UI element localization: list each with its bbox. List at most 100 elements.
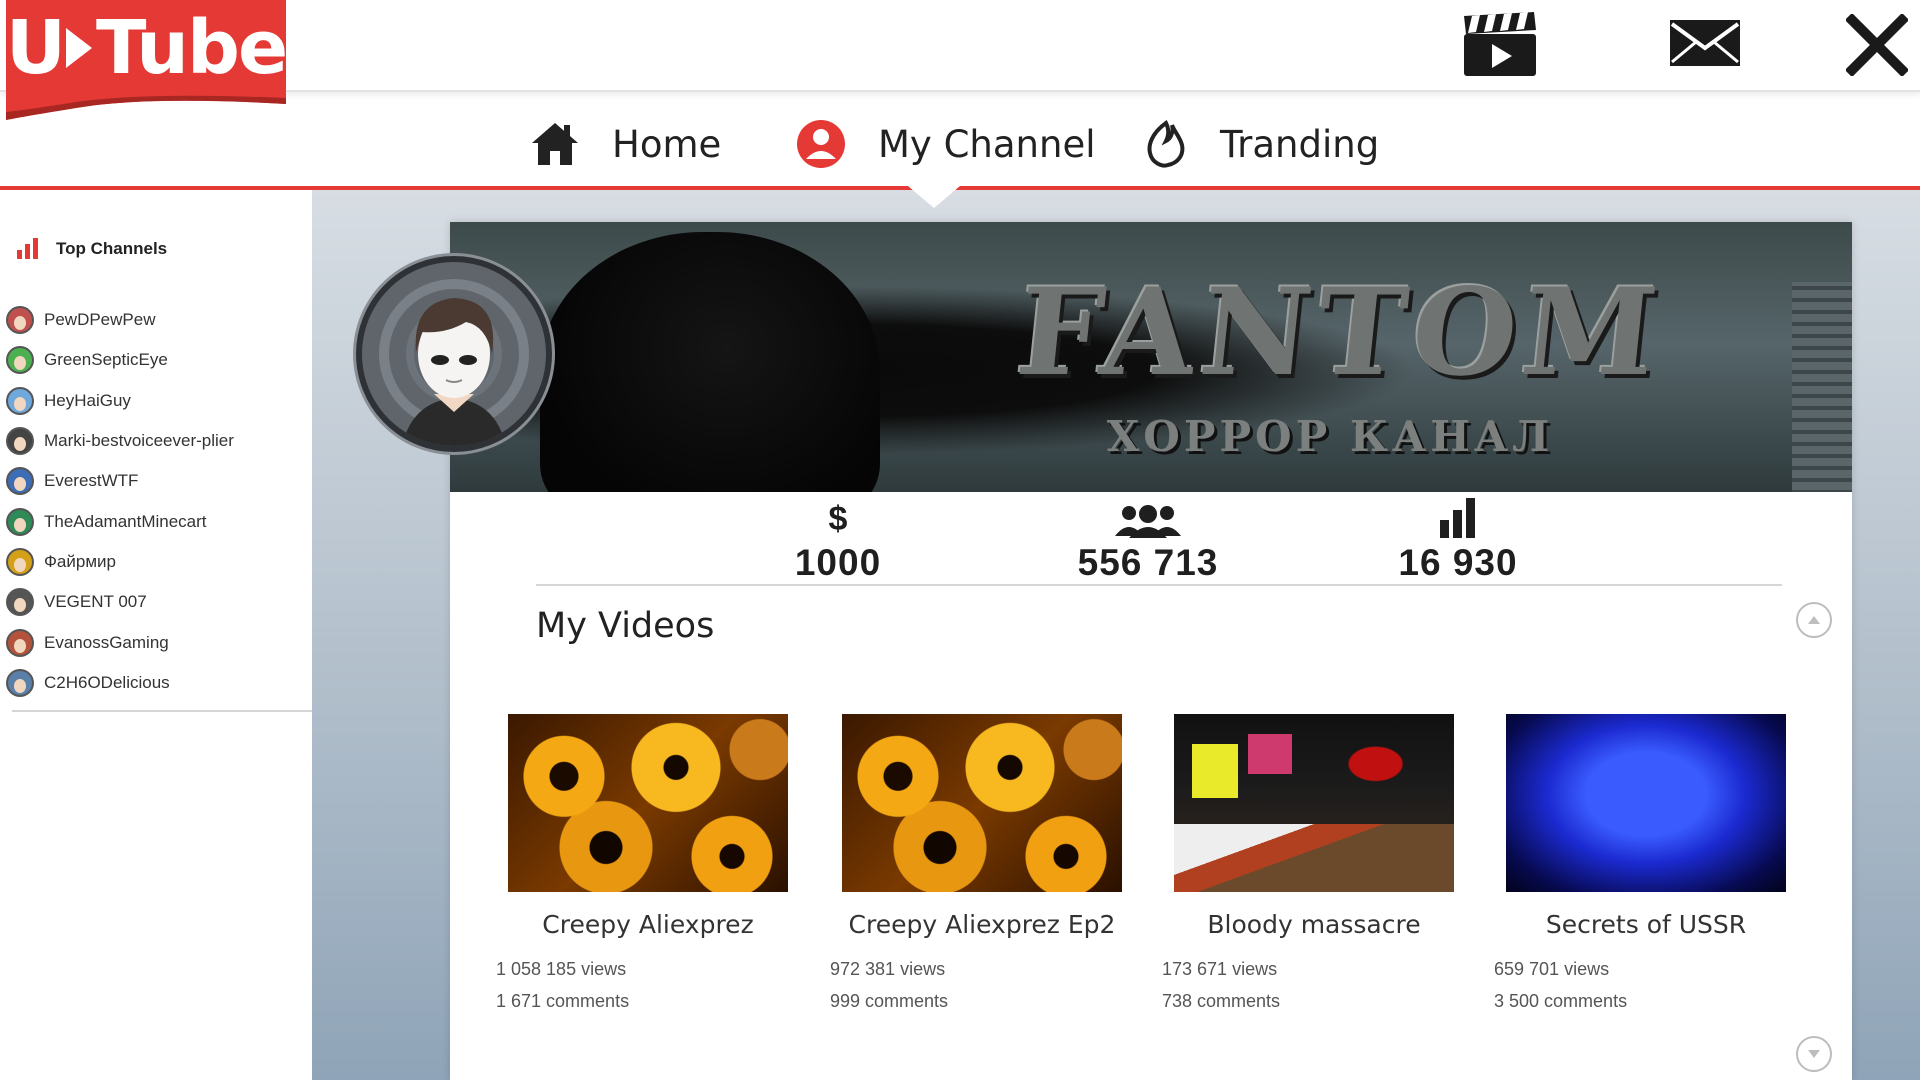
video-views: 659 701 views: [1494, 959, 1610, 979]
channel-name: Marki-bestvoiceever-plier: [44, 431, 234, 451]
channel-name: HeyHaiGuy: [44, 390, 131, 410]
channel-item-vegent007[interactable]: VEGENT 007: [6, 582, 306, 622]
avatar: [6, 668, 34, 697]
video-views: 972 381 views: [830, 959, 946, 979]
stat-subscribers-value: 556 713: [1077, 542, 1219, 583]
video-thumbnail[interactable]: [1174, 714, 1454, 892]
channel-card: FANTOM ХОРРОР КАНАЛ $ 1000 556 713 16 93…: [450, 222, 1852, 1080]
stats-divider: [536, 584, 1782, 586]
channel-item-heyhaiguy[interactable]: HeyHaiGuy: [6, 381, 306, 421]
banner-title: FANTOM: [1010, 262, 1670, 403]
channel-banner: FANTOM ХОРРОР КАНАЛ: [450, 222, 1852, 492]
stat-views-value: 16 930: [1398, 542, 1518, 583]
avatar: [6, 467, 34, 496]
nav-home[interactable]: Home: [530, 114, 721, 174]
dollar-icon: $: [828, 500, 848, 538]
sidebar-header: Top Channels: [16, 238, 167, 260]
users-icon: [1048, 492, 1248, 538]
views-bar-chart-icon: [1358, 492, 1558, 538]
channel-item-marki[interactable]: Marki-bestvoiceever-plier: [6, 421, 306, 461]
channel-name: C2H6ODelicious: [44, 672, 170, 692]
mail-icon[interactable]: [1668, 18, 1742, 73]
top-bar: [0, 0, 1920, 92]
video-comments: 999 comments: [830, 991, 949, 1011]
video-meta: 1 058 185 views 1 671 comments: [496, 953, 788, 1017]
channel-item-theadamantminecart[interactable]: TheAdamantMinecart: [6, 501, 306, 541]
sidebar-divider: [12, 710, 312, 712]
channel-avatar[interactable]: [356, 256, 552, 452]
video-thumbnail[interactable]: [508, 714, 788, 892]
utube-logo[interactable]: U Tube: [5, 0, 288, 120]
banner-subtitle: ХОРРОР КАНАЛ: [1106, 412, 1554, 461]
hooded-figure: [540, 232, 880, 492]
video-views: 173 671 views: [1162, 959, 1278, 979]
active-tab-pointer: [908, 186, 960, 208]
bar-chart-icon: [17, 238, 38, 259]
video-thumbnail[interactable]: [1506, 714, 1786, 892]
play-icon: [65, 28, 92, 68]
user-icon: [797, 120, 845, 168]
video-card[interactable]: Bloody massacre 173 671 views 738 commen…: [1162, 714, 1454, 1017]
channel-name: TheAdamantMinecart: [44, 511, 207, 531]
video-views: 1 058 185 views: [496, 959, 627, 979]
video-thumbnail[interactable]: [842, 714, 1122, 892]
video-comments: 3 500 comments: [1494, 991, 1628, 1011]
channel-item-evanossgaming[interactable]: EvanossGaming: [6, 622, 306, 662]
sidebar-title: Top Channels: [56, 239, 168, 258]
video-meta: 659 701 views 3 500 comments: [1494, 953, 1786, 1017]
chevron-down-icon: [1808, 1050, 1820, 1058]
avatar: [6, 507, 34, 536]
channel-item-fairmir[interactable]: Файрмир: [6, 542, 306, 582]
scroll-up-button[interactable]: [1796, 602, 1832, 638]
video-card[interactable]: Creepy Aliexprez 1 058 185 views 1 671 c…: [496, 714, 788, 1017]
channel-name: Файрмир: [44, 551, 116, 571]
video-meta: 972 381 views 999 comments: [830, 953, 1122, 1017]
video-card[interactable]: Secrets of USSR 659 701 views 3 500 comm…: [1494, 714, 1786, 1017]
sidebar: Top Channels PewDPewPew GreenSepticEye H…: [0, 190, 312, 1080]
building-silhouette: [1792, 282, 1852, 492]
logo-text: U Tube: [5, 5, 288, 91]
chevron-up-icon: [1808, 616, 1820, 624]
scroll-down-button[interactable]: [1796, 1036, 1832, 1072]
avatar: [6, 427, 34, 456]
main-nav: Home My Channel Tranding: [0, 94, 1920, 188]
clapperboard-icon[interactable]: [1462, 12, 1538, 83]
thumbnail-detail: [1192, 744, 1238, 798]
channel-name: VEGENT 007: [44, 592, 147, 612]
video-comments: 738 comments: [1162, 991, 1281, 1011]
stat-money: $ 1000: [738, 492, 938, 584]
avatar: [6, 306, 34, 335]
nav-my-channel-label: My Channel: [878, 122, 1096, 166]
flame-icon: [1147, 120, 1185, 168]
channel-item-pewdpewpew[interactable]: PewDPewPew: [6, 300, 306, 340]
video-card[interactable]: Creepy Aliexprez Ep2 972 381 views 999 c…: [830, 714, 1122, 1017]
nav-accent-line: [0, 186, 1920, 190]
video-comments: 1 671 comments: [496, 991, 630, 1011]
video-title[interactable]: Bloody massacre: [1174, 910, 1454, 939]
nav-my-channel[interactable]: My Channel: [796, 114, 1095, 174]
channel-name: EverestWTF: [44, 471, 139, 491]
nav-home-label: Home: [612, 122, 722, 166]
channel-name: GreenSepticEye: [44, 350, 168, 370]
avatar: [6, 346, 34, 375]
channel-name: PewDPewPew: [44, 310, 156, 330]
top-channels-list: PewDPewPew GreenSepticEye HeyHaiGuy Mark…: [6, 300, 306, 703]
thumbnail-detail: [1174, 824, 1454, 892]
close-icon[interactable]: [1844, 12, 1910, 81]
avatar: [6, 547, 34, 576]
channel-item-c2h6odelicious[interactable]: C2H6ODelicious: [6, 663, 306, 703]
my-videos-title: My Videos: [536, 606, 715, 646]
stat-subscribers: 556 713: [1048, 492, 1248, 584]
channel-item-everestwtf[interactable]: EverestWTF: [6, 461, 306, 501]
video-title[interactable]: Creepy Aliexprez Ep2: [842, 910, 1122, 939]
avatar: [6, 386, 34, 415]
avatar: [6, 588, 34, 617]
avatar: [6, 628, 34, 657]
video-meta: 173 671 views 738 comments: [1162, 953, 1454, 1017]
video-title[interactable]: Creepy Aliexprez: [508, 910, 788, 939]
home-icon: [532, 123, 578, 165]
nav-trending[interactable]: Tranding: [1144, 114, 1379, 174]
video-title[interactable]: Secrets of USSR: [1506, 910, 1786, 939]
stat-money-value: 1000: [794, 542, 882, 583]
channel-item-greensepticeye[interactable]: GreenSepticEye: [6, 340, 306, 380]
